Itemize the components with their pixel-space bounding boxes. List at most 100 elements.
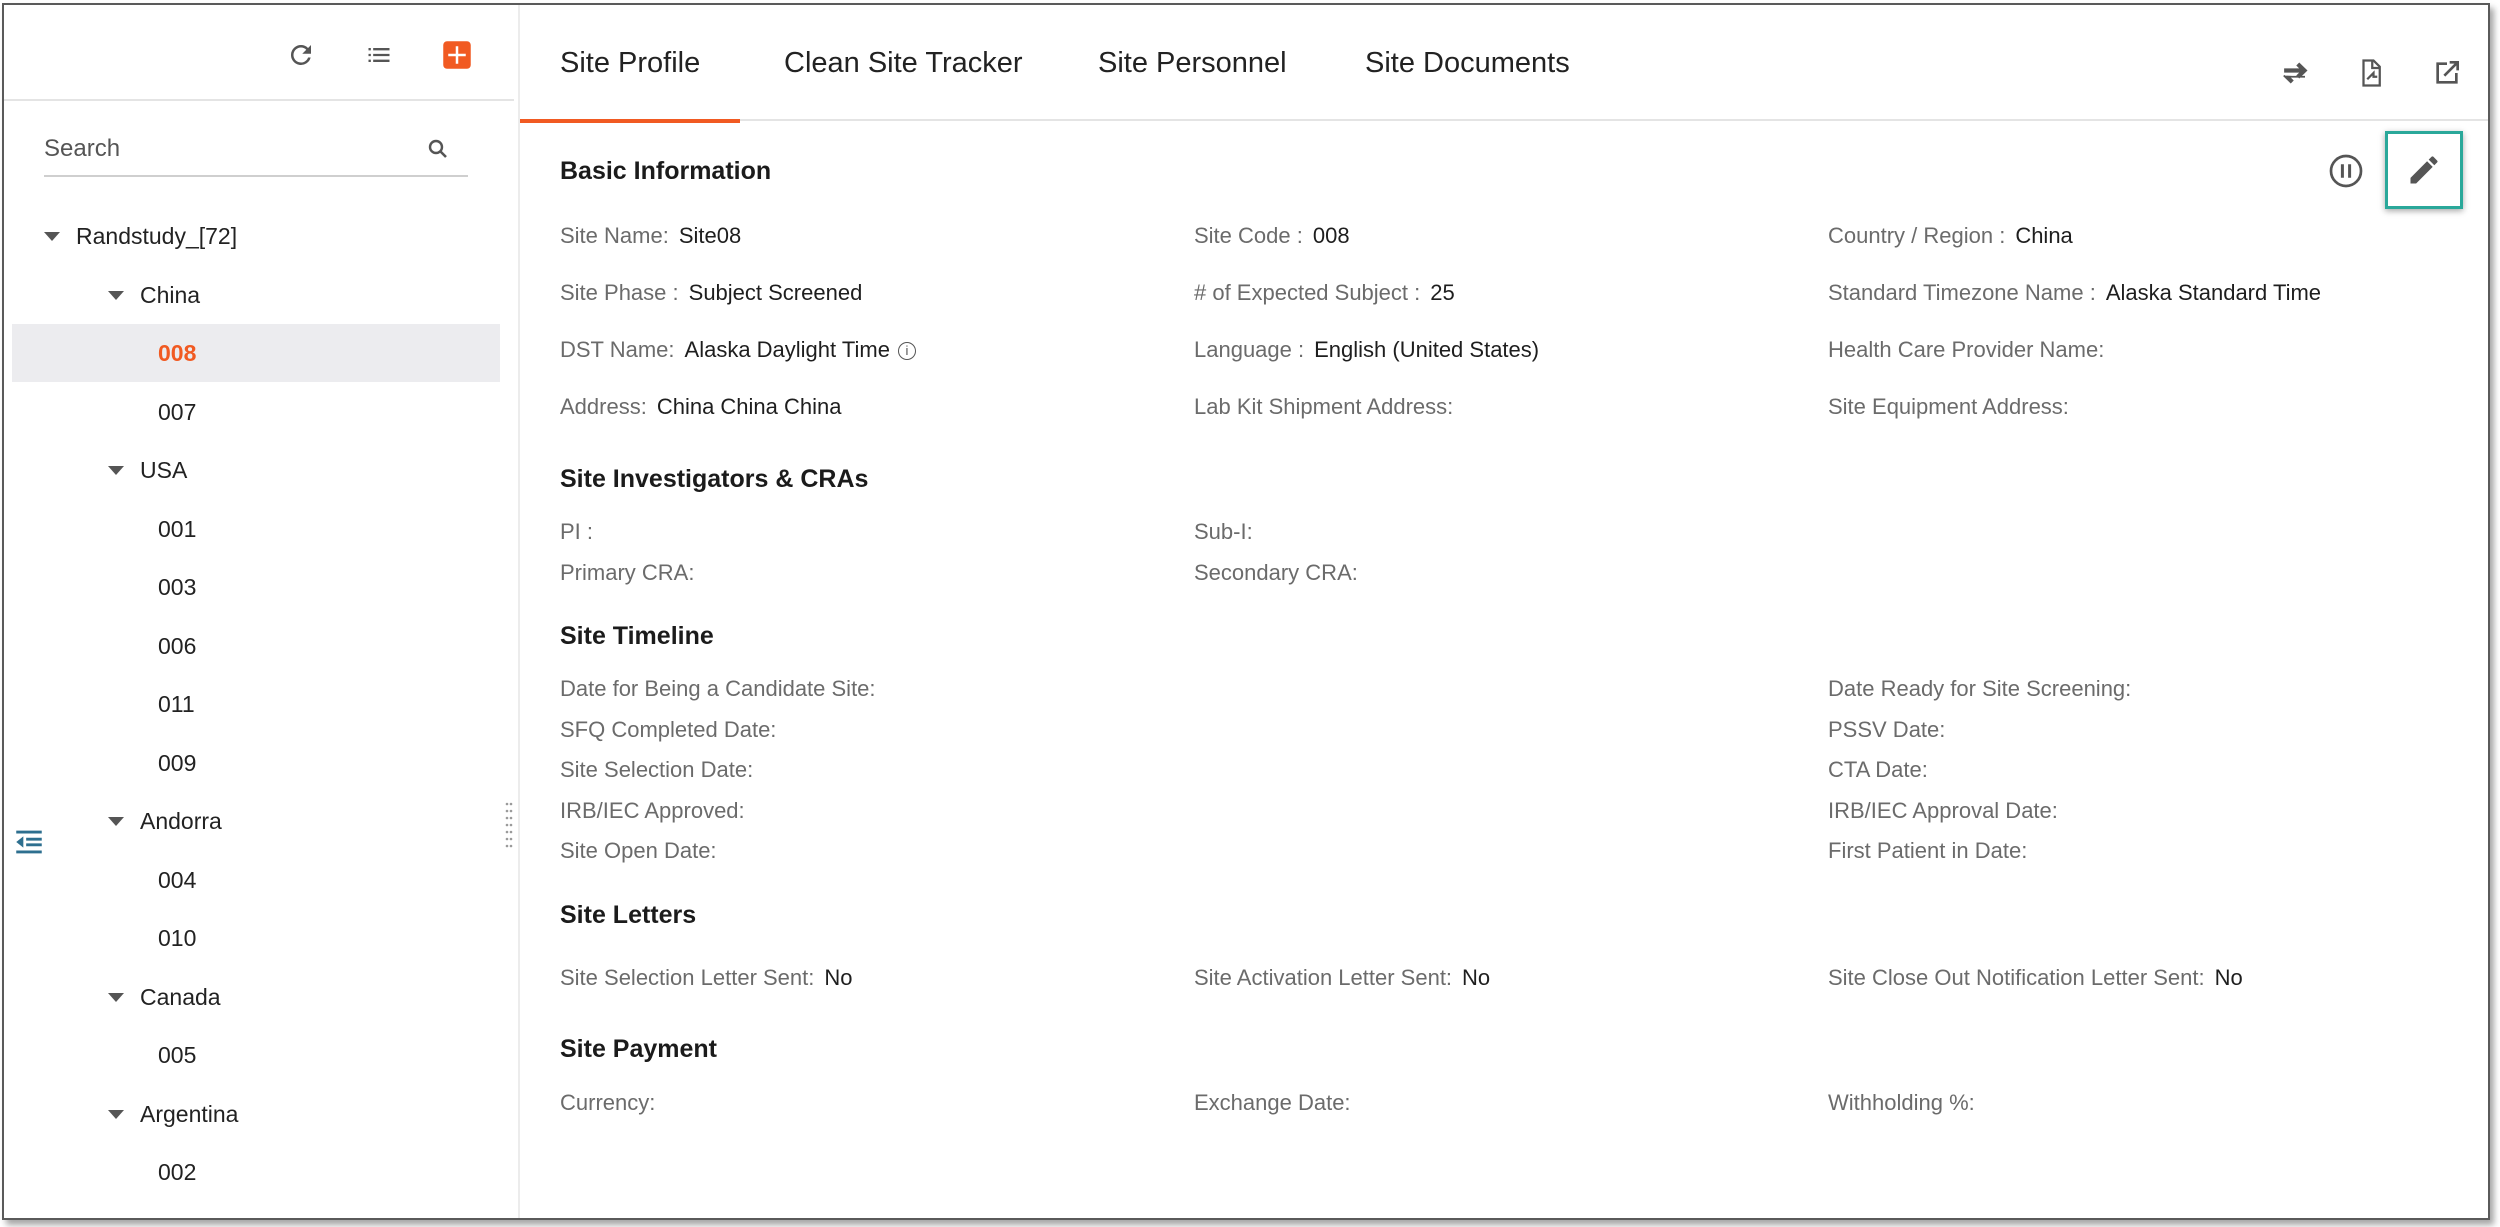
tree-country-china[interactable]: China <box>12 266 500 324</box>
field-label: Currency: <box>560 1090 656 1115</box>
site-label: 011 <box>158 690 195 717</box>
field-country-region: Country / Region : China <box>1828 223 2073 249</box>
field-first-patient-date: First Patient in Date: <box>1828 838 2027 864</box>
field-label: Site Name: <box>560 223 669 248</box>
pause-icon[interactable] <box>2328 153 2364 189</box>
site-label: 003 <box>158 573 197 600</box>
open-external-icon[interactable] <box>2427 53 2467 93</box>
tree-country-usa[interactable]: USA <box>12 441 500 499</box>
search-input[interactable] <box>44 125 424 173</box>
field-standard-timezone: Standard Timezone Name : Alaska Standard … <box>1828 280 2321 306</box>
site-label: 001 <box>158 515 197 542</box>
swap-icon[interactable] <box>2275 53 2315 93</box>
field-label: Site Phase : <box>560 280 679 305</box>
tree-site-002[interactable]: 002 <box>12 1143 500 1201</box>
field-lab-kit-address: Lab Kit Shipment Address: <box>1194 394 1463 420</box>
search-icon[interactable] <box>426 137 450 161</box>
tree-site-005[interactable]: 005 <box>12 1026 500 1084</box>
resize-handle-icon[interactable] <box>504 800 514 850</box>
field-label: Secondary CRA: <box>1194 560 1358 585</box>
field-label: PSSV Date: <box>1828 717 1946 742</box>
field-cta-date: CTA Date: <box>1828 757 1928 783</box>
edit-button[interactable] <box>2385 131 2463 209</box>
tree-site-007[interactable]: 007 <box>12 383 500 441</box>
tree-site-008[interactable]: 008 <box>12 324 500 382</box>
field-irb-iec-approval-date: IRB/IEC Approval Date: <box>1828 798 2058 824</box>
field-label: Primary CRA: <box>560 560 695 585</box>
field-irb-iec-approved: IRB/IEC Approved: <box>560 798 745 824</box>
caret-down-icon[interactable] <box>108 1109 124 1119</box>
tab-bar: Site Profile Clean Site Tracker Site Per… <box>519 5 2488 123</box>
country-label: China <box>140 281 201 308</box>
pencil-icon <box>2410 156 2438 184</box>
field-label: IRB/IEC Approval Date: <box>1828 798 2058 823</box>
field-label: Site Code : <box>1194 223 1303 248</box>
field-site-phase: Site Phase : Subject Screened <box>560 280 862 306</box>
field-site-open-date: Site Open Date: <box>560 838 717 864</box>
tab-clean-site-tracker[interactable]: Clean Site Tracker <box>784 5 1023 121</box>
field-label: Site Open Date: <box>560 838 717 863</box>
field-dst-name: DST Name: Alaska Daylight Time i <box>560 337 916 363</box>
field-label: IRB/IEC Approved: <box>560 798 745 823</box>
tree-site-010[interactable]: 010 <box>12 909 500 967</box>
field-pi: PI : <box>560 519 593 545</box>
site-label: 009 <box>158 749 197 776</box>
country-label: USA <box>140 456 188 483</box>
field-value: English (United States) <box>1314 337 1540 362</box>
search-box <box>44 125 468 177</box>
export-document-icon[interactable] <box>2351 53 2391 93</box>
site-profile-content: Basic Information Site Name: Site08 Site … <box>560 123 2488 1218</box>
field-sfq-completed-date: SFQ Completed Date: <box>560 717 776 743</box>
field-value: Subject Screened <box>688 280 863 305</box>
field-expected-subject: # of Expected Subject : 25 <box>1194 280 1455 306</box>
field-value: No <box>1462 965 1491 990</box>
tree-site-006[interactable]: 006 <box>12 617 500 675</box>
panel-divider <box>518 5 520 1218</box>
list-icon[interactable] <box>359 35 399 75</box>
add-icon[interactable] <box>437 35 477 75</box>
tree-country-andorra[interactable]: Andorra <box>12 792 500 850</box>
field-ready-for-screening-date: Date Ready for Site Screening: <box>1828 676 2131 702</box>
field-site-selection-date: Site Selection Date: <box>560 757 753 783</box>
field-label: Date for Being a Candidate Site: <box>560 676 876 701</box>
site-label: 010 <box>158 924 197 951</box>
caret-down-icon[interactable] <box>108 290 124 300</box>
site-label: 002 <box>158 1158 197 1185</box>
tab-site-personnel[interactable]: Site Personnel <box>1098 5 1287 121</box>
field-label: PI : <box>560 519 594 544</box>
section-title-timeline: Site Timeline <box>560 622 714 650</box>
field-label: Standard Timezone Name : <box>1828 280 2096 305</box>
tree-country-canada[interactable]: Canada <box>12 968 500 1026</box>
field-equipment-address: Site Equipment Address: <box>1828 394 2079 420</box>
field-label: Site Equipment Address: <box>1828 394 2069 419</box>
tree-site-009[interactable]: 009 <box>12 734 500 792</box>
field-site-code: Site Code : 008 <box>1194 223 1350 249</box>
field-value: No <box>2214 965 2243 990</box>
field-label: CTA Date: <box>1828 757 1928 782</box>
field-label: Site Selection Letter Sent: <box>560 965 815 990</box>
caret-down-icon[interactable] <box>108 992 124 1002</box>
tab-site-documents[interactable]: Site Documents <box>1365 5 1570 121</box>
country-label: Canada <box>140 983 221 1010</box>
tree-site-003[interactable]: 003 <box>12 558 500 616</box>
collapse-sidebar-icon[interactable] <box>12 825 46 859</box>
caret-down-icon[interactable] <box>108 465 124 475</box>
tab-site-profile[interactable]: Site Profile <box>519 5 741 123</box>
caret-down-icon[interactable] <box>44 231 60 241</box>
refresh-icon[interactable] <box>281 35 321 75</box>
info-icon[interactable]: i <box>897 342 916 361</box>
tree-site-004[interactable]: 004 <box>12 851 500 909</box>
section-title-letters: Site Letters <box>560 901 697 929</box>
field-label: Health Care Provider Name: <box>1828 337 2105 362</box>
field-label: # of Expected Subject : <box>1194 280 1421 305</box>
section-title-payment: Site Payment <box>560 1035 718 1063</box>
tree-site-011[interactable]: 011 <box>12 675 500 733</box>
caret-down-icon[interactable] <box>108 816 124 826</box>
site-label: 008 <box>158 339 197 366</box>
tree-root-label: Randstudy_[72] <box>76 222 238 249</box>
tree-root-node[interactable]: Randstudy_[72] <box>12 207 500 265</box>
field-label: Exchange Date: <box>1194 1090 1351 1115</box>
section-title-investigators: Site Investigators & CRAs <box>560 465 869 493</box>
tree-country-argentina[interactable]: Argentina <box>12 1085 500 1143</box>
tree-site-001[interactable]: 001 <box>12 500 500 558</box>
